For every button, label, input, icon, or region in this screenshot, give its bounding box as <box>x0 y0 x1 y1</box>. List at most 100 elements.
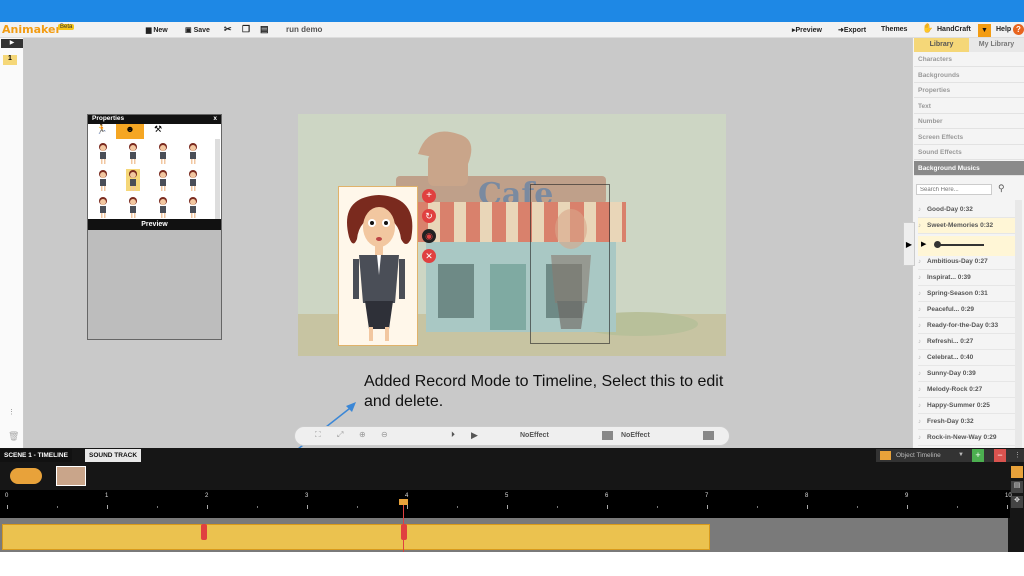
scene-canvas[interactable]: Cafe + ↻ ◉ ✕ <box>298 114 726 356</box>
save-button[interactable]: ▣ Save <box>185 26 210 34</box>
search-icon[interactable]: ⚲ <box>998 183 1005 194</box>
object-timeline-label[interactable]: Object Timeline <box>896 449 941 462</box>
song-item[interactable]: Rock-in-New-Way 0:29 <box>918 430 1022 446</box>
play-icon[interactable]: ▶ <box>471 430 478 441</box>
song-item[interactable]: Good-Day 0:32 <box>918 202 1022 218</box>
song-item[interactable]: Spring-Season 0:31 <box>918 286 1022 302</box>
sidebar-item-sound-effects[interactable]: Sound Effects <box>914 145 1024 160</box>
tab-library[interactable]: Library <box>914 38 969 52</box>
tab-my-library[interactable]: My Library <box>969 38 1024 52</box>
pose-grid-scrollbar[interactable] <box>215 139 220 219</box>
preview-button[interactable]: ▸Preview <box>792 26 822 34</box>
face-tab-icon[interactable]: ☻ <box>116 124 144 139</box>
pose-thumbnail[interactable] <box>156 196 170 218</box>
song-item[interactable]: Ambitious-Day 0:27 <box>918 254 1022 270</box>
pose-thumbnail[interactable] <box>156 169 170 191</box>
panel-collapse-icon[interactable]: ▶ <box>903 222 915 266</box>
song-item[interactable]: Refreshi... 0:27 <box>918 334 1022 350</box>
song-item[interactable]: Peaceful... 0:29 <box>918 302 1022 318</box>
fit-icon[interactable]: ⛶ <box>315 430 321 440</box>
music-play-icon[interactable]: ▶ <box>921 240 926 248</box>
timeline-view-icon[interactable]: ▤ <box>1011 481 1023 493</box>
paste-icon[interactable]: ▤ <box>260 24 269 35</box>
sidebar-item-backgrounds[interactable]: Backgrounds <box>914 68 1024 83</box>
new-button[interactable]: ▆ New <box>146 26 168 34</box>
pose-thumbnail[interactable] <box>96 169 110 191</box>
object-dropdown-icon[interactable]: ▼ <box>958 449 964 462</box>
project-name[interactable]: run demo <box>286 25 322 34</box>
sidebar-item-background-musics[interactable]: Background Musics <box>914 160 1024 176</box>
add-track-icon[interactable]: + <box>972 449 984 462</box>
sidebar-item-characters[interactable]: Characters <box>914 52 1024 67</box>
search-input[interactable] <box>916 184 992 195</box>
step-icon[interactable]: ⏵ <box>451 430 455 440</box>
timeline-ruler[interactable]: 0 1 2 3 4 5 6 7 8 9 10 <box>0 490 1012 518</box>
library-scrollbar[interactable] <box>1015 200 1022 448</box>
song-item[interactable]: Fresh-Day 0:32 <box>918 414 1022 430</box>
song-item[interactable]: Sunny-Day 0:39 <box>918 366 1022 382</box>
song-item[interactable]: Ready-for-the-Day 0:33 <box>918 318 1022 334</box>
pose-thumbnail[interactable] <box>156 142 170 164</box>
tab-sound-track[interactable]: SOUND TRACK <box>85 449 142 462</box>
zoom-out-icon[interactable]: ⊖ <box>381 430 388 439</box>
sidebar-item-screen-effects[interactable]: Screen Effects <box>914 130 1024 145</box>
record-toggle-icon[interactable] <box>10 468 42 484</box>
trash-icon[interactable]: 🗑 <box>8 431 19 442</box>
pose-thumbnail[interactable] <box>96 196 110 218</box>
chevron-down-icon[interactable]: ▼ <box>978 24 991 37</box>
scene-thumb[interactable]: 1 <box>3 55 17 65</box>
pose-thumbnail[interactable] <box>186 196 200 218</box>
handcraft-label[interactable]: HandCraft <box>937 26 971 33</box>
pose-thumbnail[interactable] <box>186 169 200 191</box>
selected-character-box[interactable] <box>338 186 418 346</box>
keyframe-marker-1[interactable] <box>201 524 207 540</box>
add-icon[interactable]: + <box>422 189 436 203</box>
export-button[interactable]: ➜Export <box>838 26 866 34</box>
timeline-thumb-icon[interactable] <box>1011 466 1023 478</box>
exit-effect[interactable]: NoEffect <box>621 432 650 439</box>
themes-button[interactable]: Themes <box>881 26 907 33</box>
wand-tab-icon[interactable]: ⚒ <box>144 124 172 139</box>
pose-thumbnail[interactable] <box>126 142 140 164</box>
help-label[interactable]: Help <box>996 26 1011 33</box>
pose-thumbnail[interactable] <box>96 142 110 164</box>
timeline-menu-icon[interactable]: ⋮ <box>1014 449 1021 462</box>
remove-track-icon[interactable]: − <box>994 449 1006 462</box>
music-progress[interactable] <box>936 244 984 246</box>
record-mode-bar[interactable] <box>2 524 710 550</box>
cut-icon[interactable]: ✂ <box>224 24 232 35</box>
zoom-in-icon[interactable]: ⊕ <box>359 430 366 439</box>
sidebar-item-properties[interactable]: Properties <box>914 83 1024 98</box>
tab-scene-timeline[interactable]: SCENE 1 - TIMELINE <box>0 449 72 462</box>
sidebar-item-text[interactable]: Text <box>914 99 1024 114</box>
timeline-move-icon[interactable]: ✥ <box>1011 496 1023 508</box>
playhead-handle[interactable] <box>399 499 408 505</box>
delete-icon[interactable]: ✕ <box>422 249 436 263</box>
song-item[interactable]: Celebrat... 0:40 <box>918 350 1022 366</box>
ghost-character-box[interactable] <box>530 184 610 344</box>
music-progress-knob[interactable] <box>934 241 941 248</box>
song-item[interactable]: Melody-Rock 0:27 <box>918 382 1022 398</box>
song-item[interactable]: Inspirat... 0:39 <box>918 270 1022 286</box>
copy-icon[interactable]: ❐ <box>242 24 250 35</box>
scene-tools-icon[interactable]: ⋮ <box>8 408 15 416</box>
close-icon[interactable]: x <box>213 115 217 122</box>
properties-preview[interactable]: Preview <box>88 219 221 230</box>
sidebar-item-number[interactable]: Number <box>914 114 1024 129</box>
effect-swatch-2[interactable] <box>703 431 714 440</box>
help-icon[interactable]: ? <box>1013 24 1024 35</box>
rotate-icon[interactable]: ↻ <box>422 209 436 223</box>
object-thumbnail[interactable] <box>56 466 86 486</box>
action-tab-icon[interactable]: 🏃 <box>88 124 116 139</box>
effect-swatch-1[interactable] <box>602 431 613 440</box>
expand-icon[interactable]: ⤢ <box>337 430 343 440</box>
record-icon[interactable]: ◉ <box>422 229 436 243</box>
song-item[interactable]: Happy-Summer 0:25 <box>918 398 1022 414</box>
enter-effect[interactable]: NoEffect <box>520 432 549 439</box>
add-scene-icon[interactable]: ▶ <box>1 39 23 48</box>
pose-thumbnail[interactable] <box>126 196 140 218</box>
song-item[interactable]: Sweet-Memories 0:32 <box>918 218 1022 234</box>
keyframe-marker-2[interactable] <box>401 524 407 540</box>
pose-thumbnail[interactable] <box>126 169 140 191</box>
pose-thumbnail[interactable] <box>186 142 200 164</box>
